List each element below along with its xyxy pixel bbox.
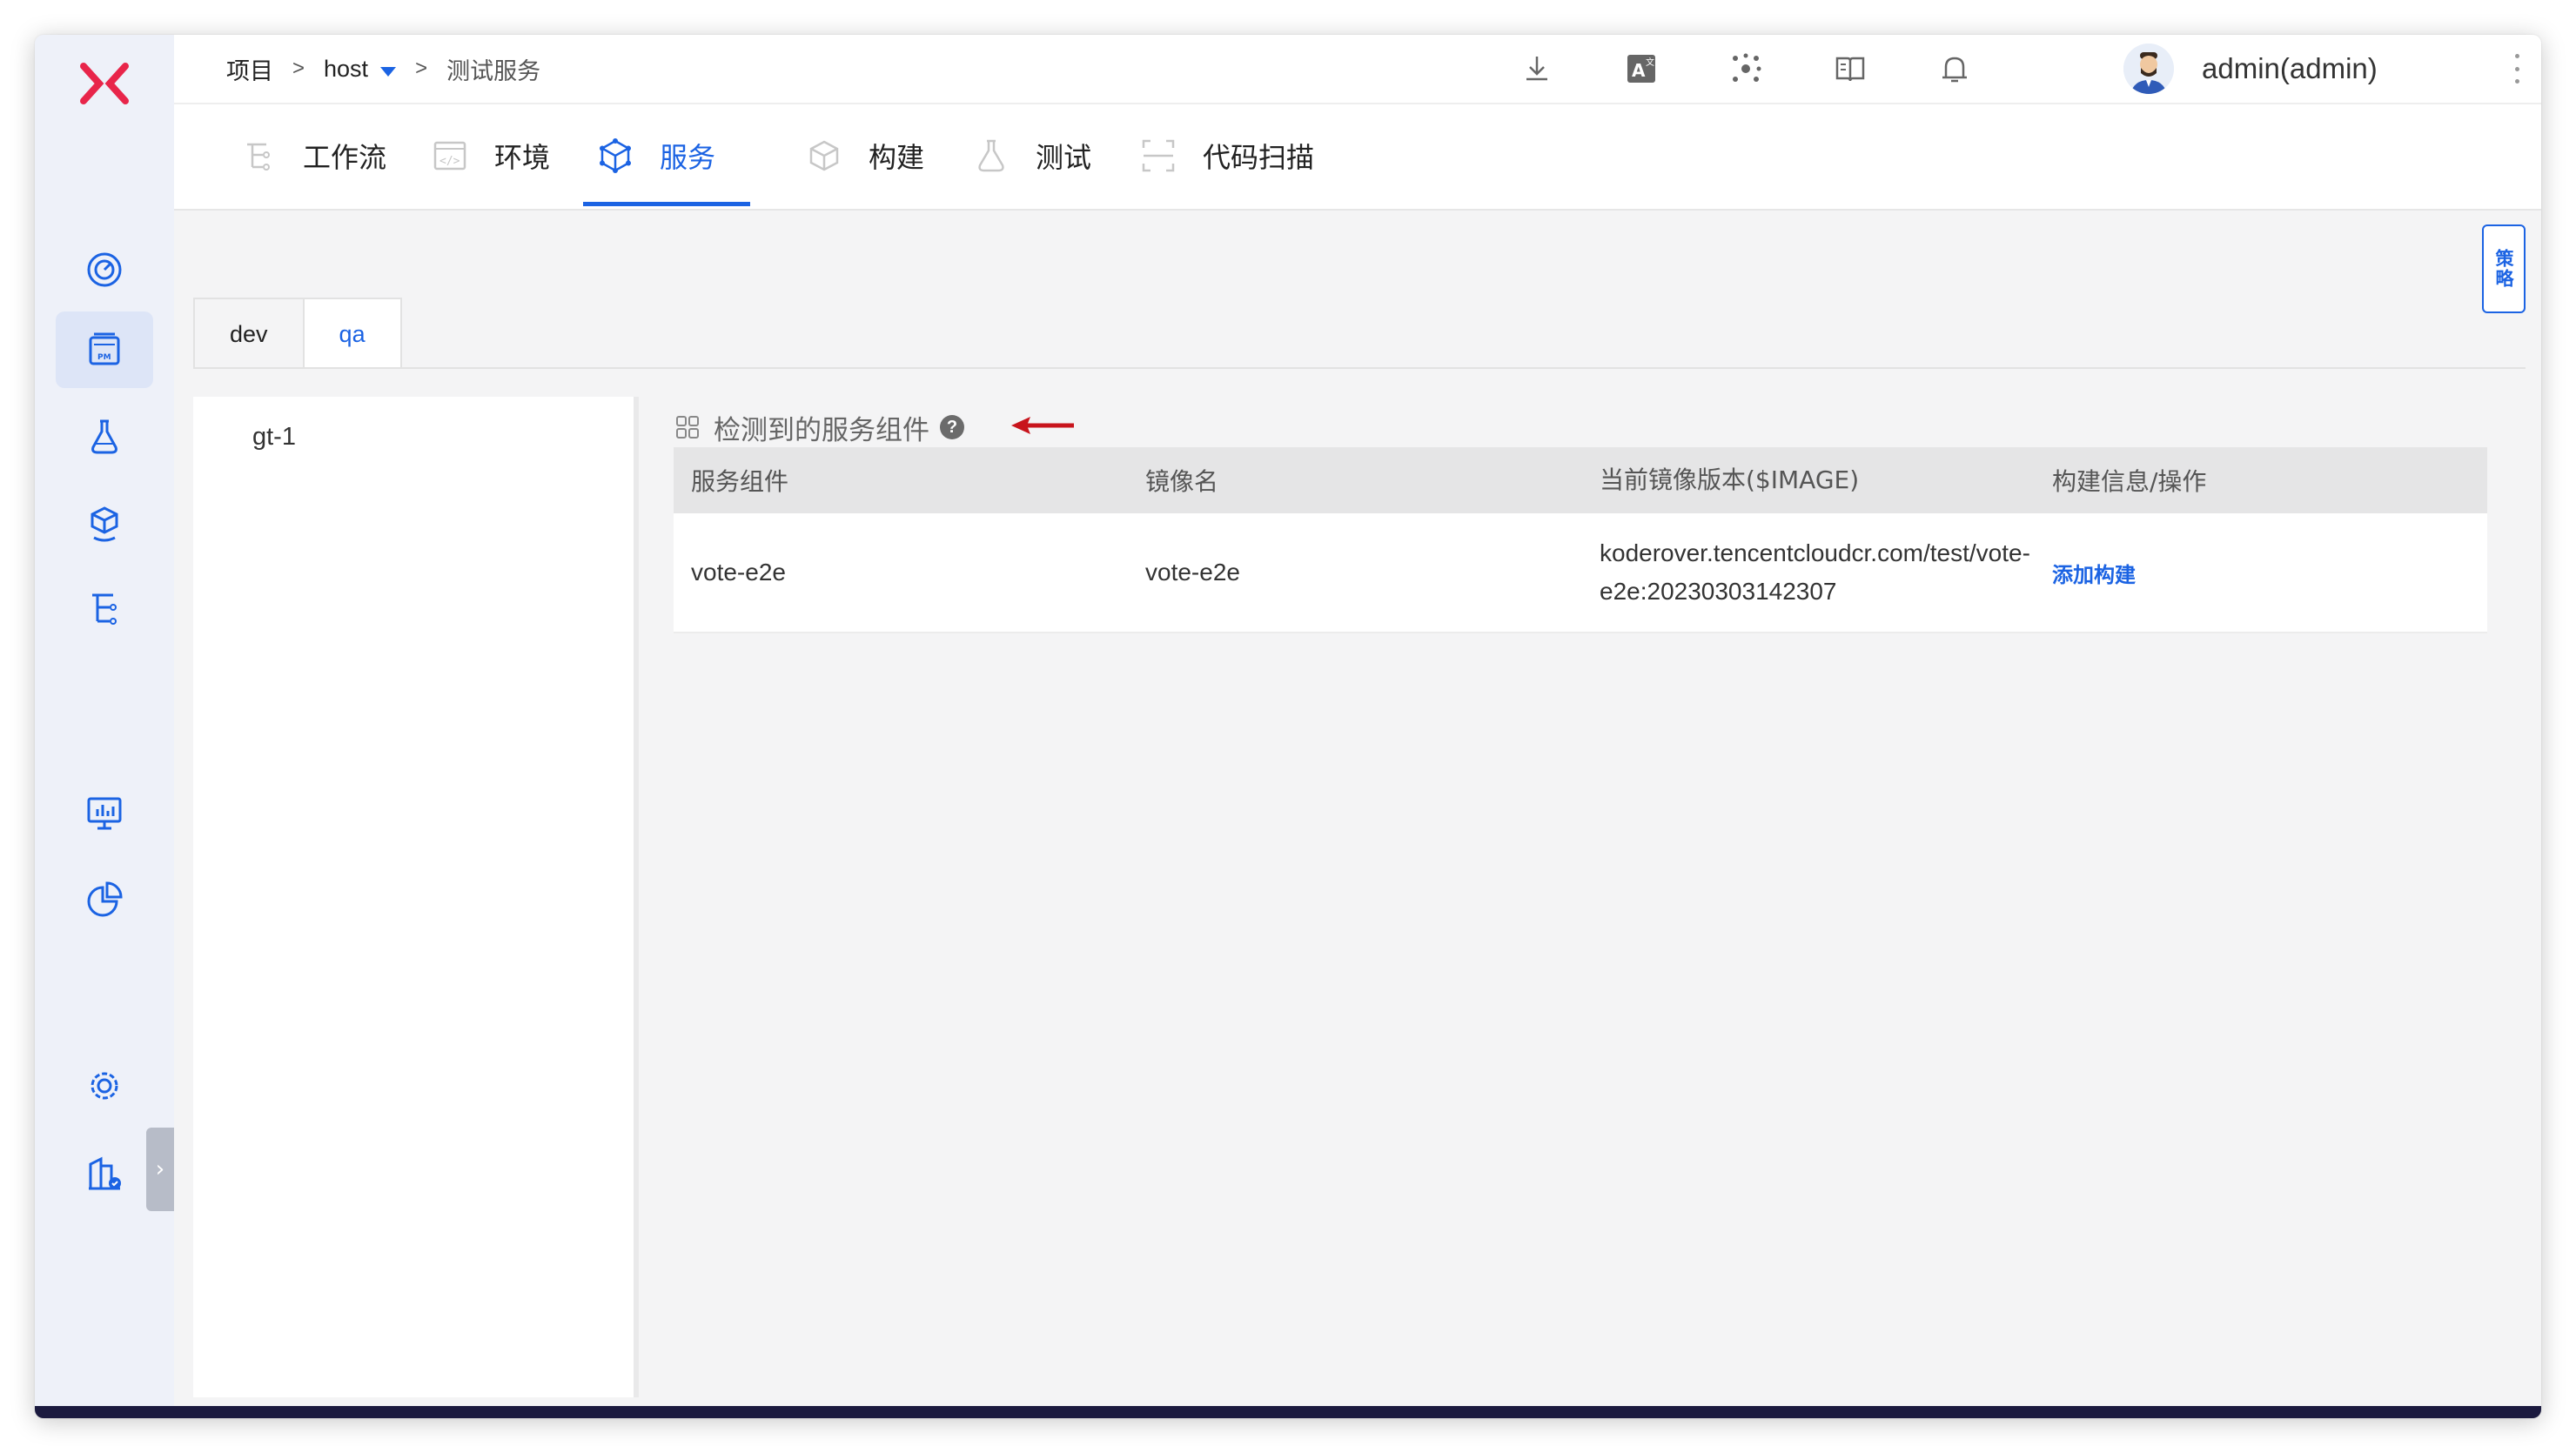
header-icons: A文 bbox=[1514, 35, 2036, 103]
column-header: 镜像名 bbox=[1145, 467, 1219, 496]
build-icon bbox=[809, 140, 839, 171]
cell-image-name: vote-e2e bbox=[1145, 559, 1240, 586]
test-icon bbox=[978, 139, 1004, 172]
breadcrumb-separator: > bbox=[292, 57, 305, 80]
column-header: 构建信息/操作 bbox=[2052, 467, 2207, 496]
sidebar-item-monitoring[interactable] bbox=[56, 774, 153, 851]
service-icon bbox=[600, 138, 631, 173]
caret-down-icon bbox=[380, 66, 397, 77]
tab-label: 代码扫描 bbox=[1203, 141, 1315, 174]
monitor-chart-icon bbox=[87, 797, 122, 830]
environment-icon: </> bbox=[433, 141, 466, 171]
tab-label: 服务 bbox=[660, 141, 716, 174]
flask-icon bbox=[91, 419, 117, 454]
sidebar-item-settings[interactable] bbox=[56, 1048, 153, 1124]
username[interactable]: admin(admin) bbox=[2202, 35, 2378, 103]
svg-text:A: A bbox=[1632, 60, 1646, 81]
download-icon bbox=[1526, 57, 1547, 81]
table-row: vote-e2e vote-e2e koderover.tencentcloud… bbox=[674, 513, 2487, 633]
settings-gear-icon bbox=[91, 1072, 118, 1100]
project-name: host bbox=[324, 55, 369, 82]
section-title: 检测到的服务组件 ? bbox=[674, 405, 964, 449]
sidebar-item-insights[interactable] bbox=[56, 861, 153, 938]
dashboard-gauge-icon bbox=[87, 252, 122, 287]
project-pm-icon: PM bbox=[89, 332, 120, 365]
service-list: gt-1 bbox=[193, 397, 639, 1397]
user-avatar-icon bbox=[2123, 44, 2174, 94]
window-bottom-bar bbox=[35, 1406, 2541, 1418]
strategy-button[interactable]: 策略 bbox=[2482, 224, 2526, 313]
top-header: 项目 > host > 测试服务 A文 admin(admin) bbox=[174, 35, 2541, 104]
translate-button[interactable]: A文 bbox=[1619, 46, 1664, 91]
translate-icon: A文 bbox=[1627, 55, 1655, 83]
red-arrow-annotation-icon bbox=[1011, 417, 1074, 434]
tab-build[interactable]: 构建 bbox=[806, 104, 924, 207]
svg-text:</>: </> bbox=[439, 155, 460, 168]
docs-button[interactable] bbox=[1828, 46, 1873, 91]
chevron-right-icon: › bbox=[155, 1156, 165, 1182]
env-tab-qa[interactable]: qa bbox=[304, 298, 402, 369]
table-header: 服务组件 镜像名 当前镜像版本($IMAGE) 构建信息/操作 bbox=[674, 447, 2487, 513]
code-scan-icon bbox=[1142, 139, 1175, 172]
breadcrumb: 项目 > host > 测试服务 bbox=[226, 35, 540, 103]
tab-label: 环境 bbox=[494, 141, 551, 174]
sidebar-item-dashboard[interactable] bbox=[56, 231, 153, 308]
sidebar-collapse-toggle[interactable]: › bbox=[146, 1128, 174, 1211]
sidebar-item-projects[interactable]: PM bbox=[56, 311, 153, 388]
breadcrumb-separator: > bbox=[415, 57, 428, 80]
cell-image-version: koderover.tencentcloudcr.com/test/vote-e… bbox=[1600, 539, 2030, 605]
breadcrumb-current: 测试服务 bbox=[446, 57, 541, 84]
bell-icon bbox=[1942, 57, 1967, 83]
sidebar-item-testing[interactable] bbox=[56, 398, 153, 475]
environment-tabs: dev qa bbox=[193, 298, 402, 369]
tab-label: 构建 bbox=[869, 141, 925, 174]
breadcrumb-project-select[interactable]: host bbox=[324, 55, 397, 83]
add-build-link[interactable]: 添加构建 bbox=[2052, 564, 2136, 587]
grid-icon bbox=[676, 416, 699, 439]
workflow-icon bbox=[247, 143, 270, 171]
package-hand-icon bbox=[91, 506, 118, 542]
svg-text:PM: PM bbox=[97, 353, 111, 362]
workflow-tree-icon bbox=[92, 593, 117, 625]
help-icon[interactable]: ? bbox=[940, 415, 964, 439]
breadcrumb-projects[interactable]: 项目 bbox=[226, 52, 273, 86]
network-button[interactable] bbox=[1723, 46, 1768, 91]
tab-service[interactable]: 服务 bbox=[597, 104, 715, 207]
tab-code-scan[interactable]: 代码扫描 bbox=[1140, 104, 1314, 207]
sidebar-item-artifacts[interactable] bbox=[56, 485, 153, 562]
tab-label: 工作流 bbox=[303, 141, 387, 174]
tab-test[interactable]: 测试 bbox=[973, 104, 1091, 207]
project-nav: 工作流 </> 环境 服务 构建 测试 代码扫描 bbox=[174, 104, 2541, 211]
network-icon bbox=[1733, 53, 1761, 82]
notifications-button[interactable] bbox=[1932, 46, 1977, 91]
tab-workflow[interactable]: 工作流 bbox=[240, 104, 386, 207]
service-list-item[interactable]: gt-1 bbox=[252, 423, 296, 452]
logo-icon[interactable] bbox=[75, 54, 134, 113]
tab-environment[interactable]: </> 环境 bbox=[432, 104, 550, 207]
docs-book-icon bbox=[1835, 57, 1865, 82]
sidebar: PM › bbox=[35, 35, 174, 1406]
pie-chart-icon bbox=[87, 881, 123, 917]
column-header: 服务组件 bbox=[691, 467, 789, 496]
sidebar-item-enterprise[interactable] bbox=[56, 1135, 153, 1211]
more-menu-icon[interactable] bbox=[2506, 54, 2527, 84]
active-tab-indicator bbox=[583, 202, 750, 206]
column-header: 当前镜像版本($IMAGE) bbox=[1600, 465, 1860, 494]
avatar[interactable] bbox=[2123, 44, 2174, 94]
section-title-text: 检测到的服务组件 bbox=[714, 414, 929, 446]
cell-component: vote-e2e bbox=[691, 559, 786, 586]
app-window: PM › 项目 > host > 测试服务 A 文 admin(admin) 工… bbox=[35, 35, 2541, 1418]
tab-label: 测试 bbox=[1036, 141, 1092, 174]
service-components-table: 服务组件 镜像名 当前镜像版本($IMAGE) 构建信息/操作 vote-e2e… bbox=[674, 447, 2487, 633]
download-button[interactable] bbox=[1514, 46, 1560, 91]
svg-text:文: 文 bbox=[1646, 57, 1654, 68]
sidebar-item-workflows[interactable] bbox=[56, 571, 153, 647]
env-tab-dev[interactable]: dev bbox=[193, 298, 305, 369]
divider bbox=[193, 367, 2526, 369]
building-check-icon bbox=[89, 1156, 121, 1190]
